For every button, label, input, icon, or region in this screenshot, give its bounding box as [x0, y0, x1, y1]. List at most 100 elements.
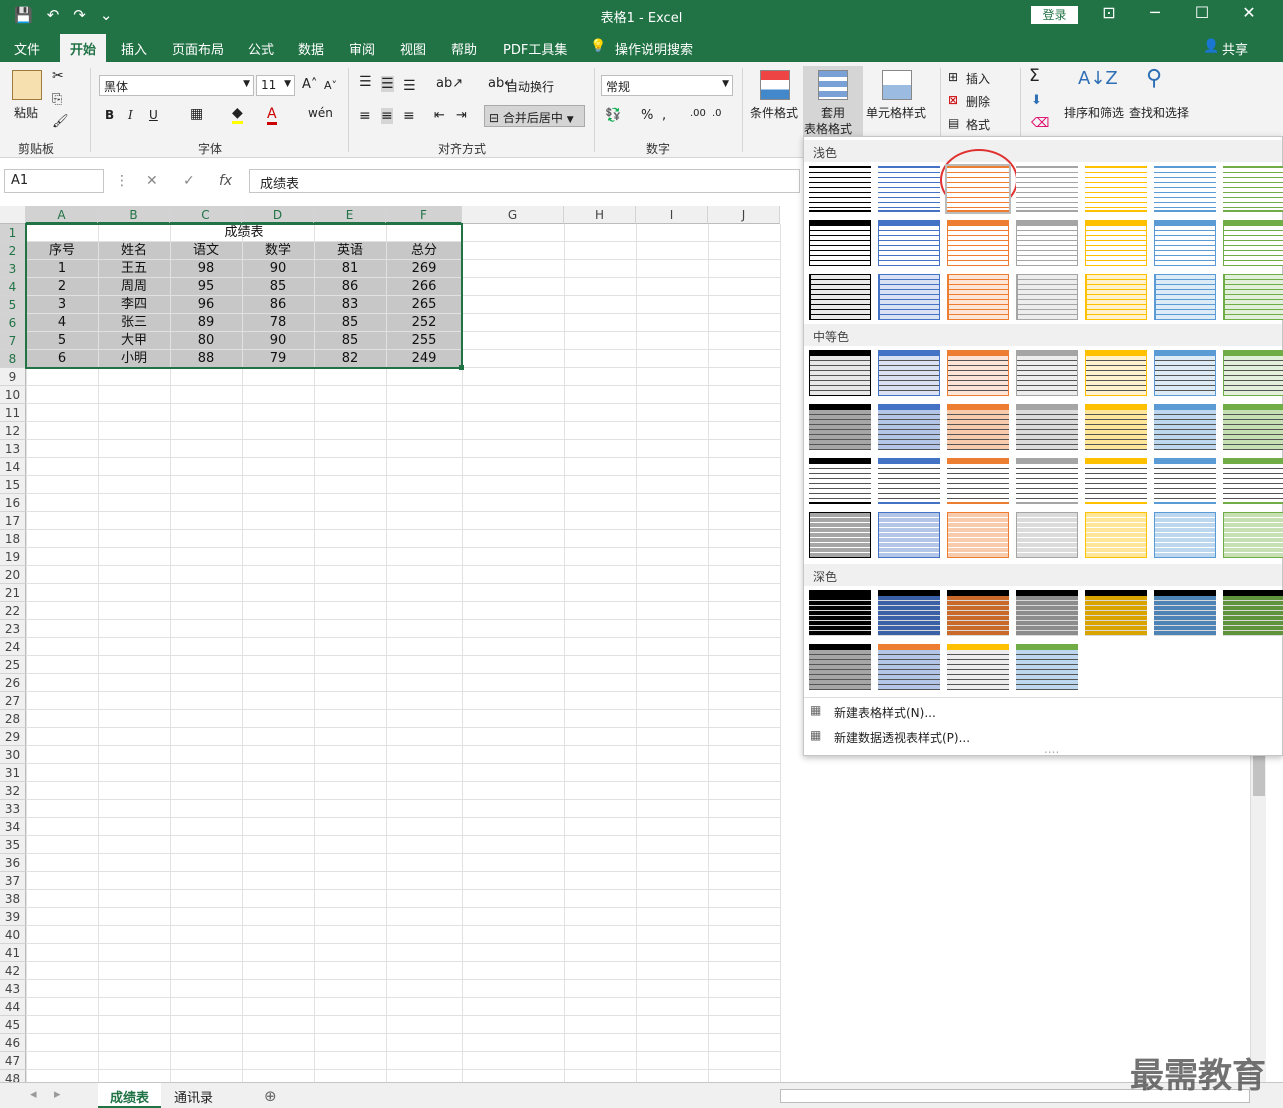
row-header[interactable]: 5: [0, 296, 26, 314]
row-header[interactable]: 1: [0, 224, 26, 242]
conditional-format-icon[interactable]: [760, 70, 790, 100]
delete-cells-button[interactable]: 删除: [966, 93, 990, 110]
table-style-swatch[interactable]: [1154, 220, 1216, 266]
row-header[interactable]: 46: [0, 1034, 26, 1052]
copy-icon[interactable]: ⎘: [52, 92, 62, 107]
insert-cells-icon[interactable]: ⊞: [948, 70, 958, 84]
vertical-scrollbar[interactable]: [1250, 756, 1266, 1082]
select-all-corner[interactable]: [0, 206, 26, 224]
underline-button[interactable]: U: [149, 108, 158, 122]
table-style-swatch[interactable]: [1085, 220, 1147, 266]
table-style-swatch[interactable]: [1016, 274, 1078, 320]
percent-icon[interactable]: %: [641, 108, 653, 123]
table-style-swatch[interactable]: [1223, 404, 1283, 450]
row-header[interactable]: 25: [0, 656, 26, 674]
row-header[interactable]: 3: [0, 260, 26, 278]
table-style-swatch[interactable]: [1154, 404, 1216, 450]
table-style-swatch[interactable]: [1016, 458, 1078, 504]
autosum-icon[interactable]: Σ: [1029, 66, 1040, 86]
format-painter-icon[interactable]: 🖌: [52, 114, 69, 129]
row-header[interactable]: 16: [0, 494, 26, 512]
row-header[interactable]: 11: [0, 404, 26, 422]
format-as-table-button[interactable]: 套用 表格格式: [803, 66, 863, 136]
find-select-icon[interactable]: ⚲: [1146, 66, 1162, 91]
orientation-icon[interactable]: ab↗: [436, 76, 463, 91]
column-header[interactable]: E: [314, 206, 386, 224]
row-header[interactable]: 29: [0, 728, 26, 746]
row-header[interactable]: 44: [0, 998, 26, 1016]
row-header[interactable]: 12: [0, 422, 26, 440]
row-header[interactable]: 32: [0, 782, 26, 800]
column-header[interactable]: C: [170, 206, 242, 224]
table-style-swatch[interactable]: [947, 350, 1009, 396]
table-style-swatch[interactable]: [1085, 404, 1147, 450]
border-icon[interactable]: ▦: [190, 106, 203, 122]
currency-icon[interactable]: 💱: [605, 108, 621, 123]
table-style-swatch[interactable]: [1154, 512, 1216, 558]
insert-function-icon[interactable]: fx: [219, 173, 232, 189]
tab-review[interactable]: 审阅: [349, 39, 375, 58]
cancel-icon[interactable]: ✕: [146, 173, 158, 189]
row-header[interactable]: 37: [0, 872, 26, 890]
font-color-icon[interactable]: A: [267, 106, 277, 125]
new-table-style-item[interactable]: 新建表格样式(N)...: [834, 704, 936, 721]
cell-styles-icon[interactable]: [882, 70, 912, 100]
table-style-swatch[interactable]: [878, 220, 940, 266]
table-style-swatch[interactable]: [878, 166, 940, 212]
align-top-icon[interactable]: ☰: [359, 74, 372, 90]
table-style-swatch[interactable]: [878, 458, 940, 504]
row-header[interactable]: 15: [0, 476, 26, 494]
comma-icon[interactable]: ,: [662, 108, 666, 123]
table-style-swatch[interactable]: [945, 164, 1011, 214]
row-header[interactable]: 21: [0, 584, 26, 602]
find-select-button[interactable]: 查找和选择: [1129, 104, 1189, 121]
sort-filter-icon[interactable]: A↓Z: [1078, 68, 1118, 89]
align-center-icon[interactable]: ≡: [381, 108, 393, 124]
fill-handle[interactable]: [459, 365, 464, 370]
row-header[interactable]: 31: [0, 764, 26, 782]
row-header[interactable]: 47: [0, 1052, 26, 1070]
table-style-swatch[interactable]: [1016, 166, 1078, 212]
table-style-swatch[interactable]: [809, 644, 871, 690]
font-size-select[interactable]: 11 ▼: [256, 75, 295, 96]
row-header[interactable]: 35: [0, 836, 26, 854]
table-style-swatch[interactable]: [1223, 590, 1283, 636]
minimize-icon[interactable]: ─: [1143, 3, 1167, 22]
table-style-swatch[interactable]: [1223, 512, 1283, 558]
table-style-swatch[interactable]: [1016, 220, 1078, 266]
name-box[interactable]: A1: [4, 169, 104, 193]
table-style-swatch[interactable]: [878, 404, 940, 450]
grow-font-icon[interactable]: A˄: [302, 77, 317, 92]
row-header[interactable]: 26: [0, 674, 26, 692]
table-style-swatch[interactable]: [947, 512, 1009, 558]
table-style-swatch[interactable]: [1085, 590, 1147, 636]
row-header[interactable]: 13: [0, 440, 26, 458]
table-style-swatch[interactable]: [1016, 644, 1078, 690]
login-button[interactable]: 登录: [1031, 6, 1078, 24]
table-style-swatch[interactable]: [1223, 166, 1283, 212]
column-header[interactable]: H: [564, 206, 636, 224]
column-header[interactable]: G: [462, 206, 564, 224]
resize-handle[interactable]: ....: [1044, 742, 1059, 756]
conditional-format-button[interactable]: 条件格式: [750, 104, 798, 121]
column-header[interactable]: A: [26, 206, 98, 224]
share-icon[interactable]: 👤: [1203, 39, 1219, 54]
row-header[interactable]: 45: [0, 1016, 26, 1034]
table-style-swatch[interactable]: [1085, 166, 1147, 212]
tab-formulas[interactable]: 公式: [248, 39, 274, 58]
phonetic-icon[interactable]: wén: [308, 106, 333, 120]
sheet-tab-scores[interactable]: 成绩表: [98, 1083, 162, 1108]
enter-icon[interactable]: ✓: [183, 173, 195, 189]
decrease-indent-icon[interactable]: ⇤: [434, 108, 445, 123]
cell-styles-button[interactable]: 单元格样式: [866, 104, 926, 121]
tab-home[interactable]: 开始: [60, 34, 107, 62]
table-style-swatch[interactable]: [1085, 274, 1147, 320]
row-header[interactable]: 8: [0, 350, 26, 368]
table-style-swatch[interactable]: [1223, 220, 1283, 266]
increase-decimal-icon[interactable]: .00: [690, 108, 706, 119]
column-header[interactable]: I: [636, 206, 708, 224]
italic-button[interactable]: I: [128, 108, 133, 122]
fill-icon[interactable]: ⬇: [1031, 93, 1042, 108]
table-style-swatch[interactable]: [809, 220, 871, 266]
row-header[interactable]: 20: [0, 566, 26, 584]
